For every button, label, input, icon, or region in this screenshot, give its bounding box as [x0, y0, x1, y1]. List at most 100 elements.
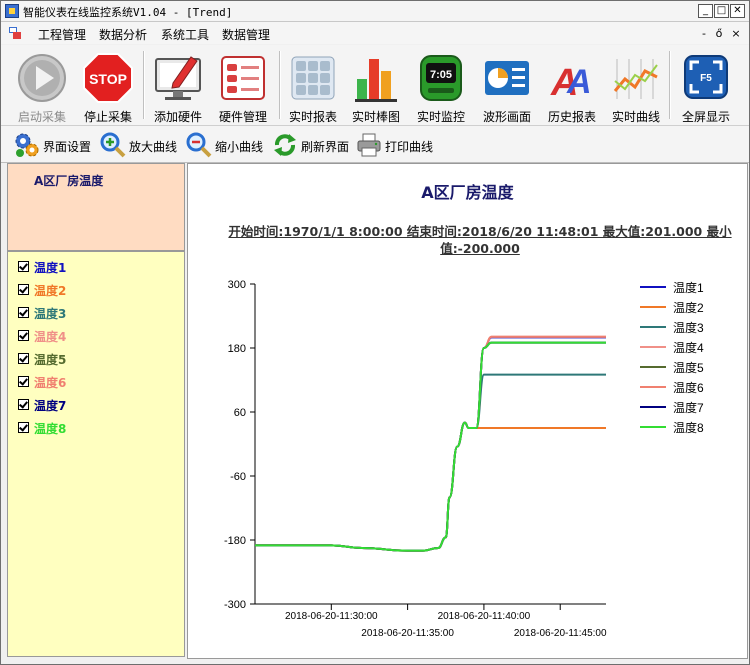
history-report-icon: A A: [550, 62, 592, 103]
zoom-in-label: 放大曲线: [129, 140, 178, 154]
bar-chart-icon: [355, 59, 397, 102]
stop-capture-button[interactable]: STOP 停止采集: [75, 49, 141, 125]
menu-system-tools[interactable]: 系统工具: [161, 26, 209, 43]
series-checkbox-8[interactable]: [18, 422, 29, 433]
printer-icon: [357, 133, 381, 157]
series-label-8: 温度8: [34, 422, 67, 436]
toolbar-separator: [143, 51, 145, 119]
legend-label-1: 温度1: [673, 280, 704, 295]
legend-label-2: 温度2: [673, 300, 704, 315]
realtime-monitor-label: 实时监控: [416, 110, 465, 124]
realtime-bar-chart-button[interactable]: 实时棒图: [345, 49, 407, 125]
menu-data-analysis[interactable]: 数据分析: [99, 26, 147, 43]
realtime-monitor-button[interactable]: 7:05 实时监控: [409, 49, 473, 125]
waveform-screen-button[interactable]: 波形画面: [475, 49, 539, 125]
print-curve-label: 打印曲线: [385, 140, 434, 154]
meter-readout: 7:05: [430, 69, 452, 81]
history-report-label: 历史报表: [547, 110, 596, 124]
fullscreen-icon: F5: [684, 55, 728, 99]
series-label-7: 温度7: [34, 399, 67, 413]
realtime-report-button[interactable]: 实时报表: [283, 49, 343, 125]
maximize-button[interactable]: □: [714, 4, 729, 18]
series-line-4: [255, 335, 606, 552]
history-report-button[interactable]: A A 历史报表: [541, 49, 603, 125]
start-capture-label: 启动采集: [17, 110, 66, 124]
mdi-close-button[interactable]: ×: [729, 27, 743, 40]
window-title: 智能仪表在线监控系统V1.04 - [Trend]: [23, 6, 233, 19]
series-line-1: [255, 336, 607, 552]
play-icon: [18, 54, 66, 102]
y-tick-label: 180: [228, 343, 246, 355]
zoom-in-button[interactable]: 放大曲线: [99, 131, 183, 158]
y-tick-label: -300: [224, 599, 246, 611]
menu-data-management[interactable]: 数据管理: [222, 26, 270, 43]
legend-label-6: 温度6: [673, 380, 704, 395]
series-checkbox-5[interactable]: [18, 353, 29, 364]
chart-panel: A区厂房温度 开始时间:1970/1/1 8:00:00 结束时间:2018/6…: [187, 163, 748, 659]
main-window: 智能仪表在线监控系统V1.04 - [Trend] _ □ ✕ 工程管理 数据分…: [0, 0, 750, 665]
close-button[interactable]: ✕: [730, 4, 745, 18]
realtime-report-label: 实时报表: [288, 110, 337, 124]
mdi-restore-button[interactable]: ő: [712, 27, 726, 40]
series-checkbox-3[interactable]: [18, 307, 29, 318]
interface-settings-button[interactable]: 界面设置: [13, 131, 97, 157]
realtime-curve-label: 实时曲线: [611, 110, 660, 124]
minimize-button[interactable]: _: [698, 4, 713, 18]
series-line-6: [255, 335, 606, 552]
series-checkbox-4[interactable]: [18, 330, 29, 341]
series-checkbox-2[interactable]: [18, 284, 29, 295]
fullscreen-key-text: F5: [700, 73, 712, 84]
refresh-icon: [274, 134, 296, 156]
main-toolbar: 启动采集 STOP 停止采集 添加硬件 硬件管理 实时报表 实时棒图 7:05 …: [1, 45, 749, 126]
x-tick-label: 2018-06-20-11:40:00: [438, 611, 531, 622]
series-label-2: 温度2: [34, 284, 67, 298]
form-list-icon: [221, 56, 265, 100]
series-label-5: 温度5: [34, 353, 67, 367]
title-bar[interactable]: 智能仪表在线监控系统V1.04 - [Trend] _ □ ✕: [1, 1, 749, 22]
series-label-4: 温度4: [34, 330, 67, 344]
series-label-1: 温度1: [34, 261, 67, 275]
series-checkbox-6[interactable]: [18, 376, 29, 387]
svg-text:A: A: [566, 63, 592, 101]
y-tick-label: 300: [228, 279, 246, 291]
y-tick-label: -60: [230, 471, 246, 483]
zoom-out-icon: [186, 132, 212, 158]
realtime-curve-button[interactable]: 实时曲线: [605, 49, 667, 125]
mdi-minimize-button[interactable]: -: [697, 27, 711, 40]
fullscreen-label: 全屏显示: [681, 110, 730, 124]
print-curve-button[interactable]: 打印曲线: [355, 131, 439, 157]
start-capture-button[interactable]: 启动采集: [7, 49, 77, 125]
realtime-curve-icon: [613, 59, 658, 99]
hardware-management-button[interactable]: 硬件管理: [209, 49, 277, 125]
gears-icon: [15, 133, 39, 157]
legend-label-5: 温度5: [673, 360, 704, 375]
add-hardware-button[interactable]: 添加硬件: [147, 49, 209, 125]
chart-toolbar: 界面设置 放大曲线 缩小曲线 刷新界面 打印曲线: [1, 126, 749, 163]
mdi-child-icon[interactable]: [8, 26, 22, 40]
menu-project-management[interactable]: 工程管理: [38, 26, 86, 43]
legend-label-4: 温度4: [673, 340, 704, 355]
hardware-management-label: 硬件管理: [218, 110, 267, 124]
realtime-bar-chart-label: 实时棒图: [351, 110, 400, 124]
refresh-button[interactable]: 刷新界面: [271, 131, 355, 157]
series-checkbox-1[interactable]: [18, 261, 29, 272]
app-icon[interactable]: [5, 4, 19, 18]
series-label-3: 温度3: [34, 307, 67, 321]
grid-report-icon: [291, 56, 335, 100]
zoom-out-button[interactable]: 缩小曲线: [185, 131, 269, 158]
interface-settings-label: 界面设置: [43, 140, 92, 154]
sidebar-title: A区厂房温度: [34, 174, 104, 188]
zoom-out-label: 缩小曲线: [215, 140, 264, 154]
fullscreen-button[interactable]: F5 全屏显示: [673, 49, 739, 125]
series-line-3: [255, 373, 606, 552]
stop-capture-label: 停止采集: [83, 110, 132, 124]
trend-chart[interactable]: -300 -180 -60 60 180 300 2018-06-20-11:30:00 20…: [188, 164, 747, 658]
x-tick-label: 2018-06-20-11:45:00: [514, 628, 607, 639]
zoom-in-icon: [100, 132, 126, 158]
digital-meter-icon: 7:05: [420, 55, 462, 101]
stop-sign-text: STOP: [89, 71, 127, 87]
legend-label-7: 温度7: [673, 400, 704, 415]
monitor-pencil-icon: [155, 56, 201, 100]
y-tick-label: 60: [234, 407, 246, 419]
series-checkbox-7[interactable]: [18, 399, 29, 410]
